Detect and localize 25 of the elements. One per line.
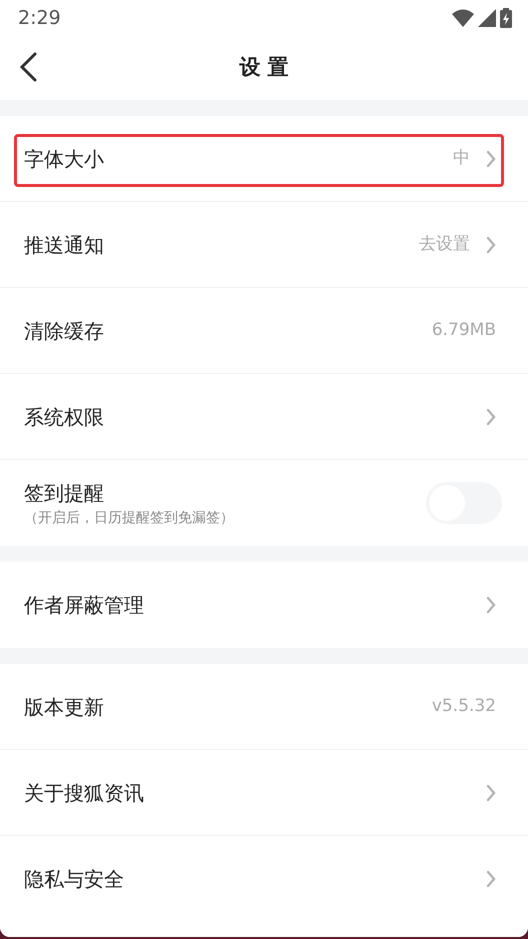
settings-row[interactable]: 推送通知 去设置 — [0, 202, 528, 288]
settings-row[interactable]: 作者屏蔽管理 — [0, 562, 528, 648]
setting-label: 签到提醒 — [24, 480, 105, 506]
settings-row[interactable]: 版本更新 v5.5.32 — [0, 664, 528, 750]
setting-label: 版本更新 — [24, 694, 104, 720]
setting-value: 中 — [453, 146, 470, 170]
settings-row[interactable]: 签到提醒 （开启后，日历提醒签到免漏签） — [0, 460, 528, 546]
settings-row[interactable]: 隐私与安全 — [0, 836, 528, 922]
setting-label: 系统权限 — [24, 404, 104, 430]
setting-value: 去设置 — [419, 232, 470, 256]
settings-row[interactable]: 清除缓存 6.79MB — [0, 288, 528, 374]
page-title: 设 置 — [239, 54, 289, 82]
setting-label: 字体大小 — [24, 146, 104, 172]
status-time: 2:29 — [18, 6, 61, 31]
setting-label: 推送通知 — [24, 232, 104, 258]
settings-row[interactable]: 系统权限 — [0, 374, 528, 460]
settings-row[interactable]: 关于搜狐资讯 — [0, 750, 528, 836]
setting-hint: （开启后，日历提醒签到免漏签） — [24, 508, 234, 528]
setting-label: 关于搜狐资讯 — [24, 780, 144, 806]
setting-label: 隐私与安全 — [24, 866, 124, 893]
settings-row[interactable]: 字体大小 中 — [0, 116, 528, 202]
setting-value: v5.5.32 — [432, 694, 496, 718]
setting-value: 6.79MB — [432, 318, 496, 342]
setting-label: 清除缓存 — [24, 318, 104, 344]
setting-label: 作者屏蔽管理 — [24, 592, 144, 619]
